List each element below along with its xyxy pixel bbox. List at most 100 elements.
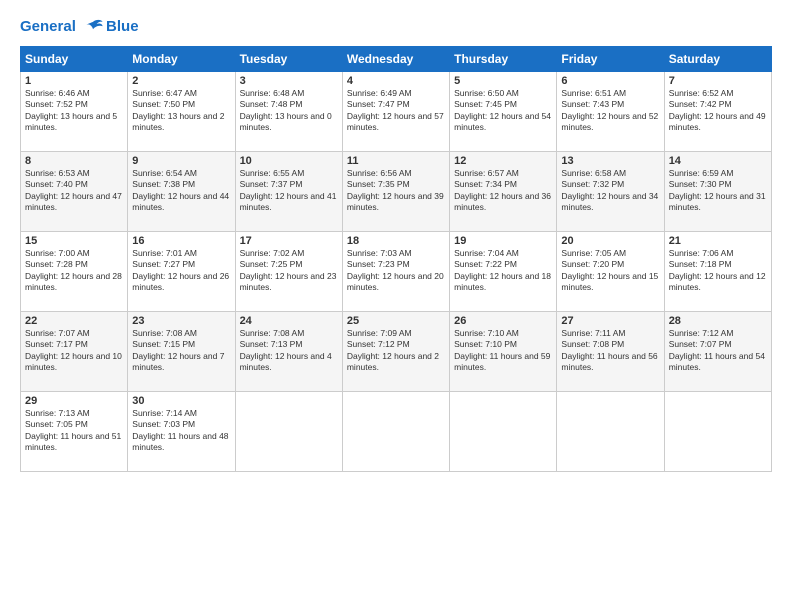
- day-number: 24: [240, 315, 338, 327]
- day-number: 17: [240, 235, 338, 247]
- col-header-tuesday: Tuesday: [235, 47, 342, 72]
- day-number: 26: [454, 315, 552, 327]
- calendar-cell: 14 Sunrise: 6:59 AM Sunset: 7:30 PM Dayl…: [664, 152, 771, 232]
- day-info: Sunrise: 7:03 AM Sunset: 7:23 PM Dayligh…: [347, 248, 445, 294]
- calendar-cell: [235, 392, 342, 472]
- day-info: Sunrise: 6:56 AM Sunset: 7:35 PM Dayligh…: [347, 168, 445, 214]
- col-header-sunday: Sunday: [21, 47, 128, 72]
- calendar-cell: 4 Sunrise: 6:49 AM Sunset: 7:47 PM Dayli…: [342, 72, 449, 152]
- day-number: 4: [347, 75, 445, 87]
- day-number: 20: [561, 235, 659, 247]
- day-info: Sunrise: 6:57 AM Sunset: 7:34 PM Dayligh…: [454, 168, 552, 214]
- col-header-saturday: Saturday: [664, 47, 771, 72]
- day-info: Sunrise: 6:50 AM Sunset: 7:45 PM Dayligh…: [454, 88, 552, 134]
- day-info: Sunrise: 7:02 AM Sunset: 7:25 PM Dayligh…: [240, 248, 338, 294]
- day-info: Sunrise: 6:52 AM Sunset: 7:42 PM Dayligh…: [669, 88, 767, 134]
- calendar-cell: 27 Sunrise: 7:11 AM Sunset: 7:08 PM Dayl…: [557, 312, 664, 392]
- calendar-cell: 25 Sunrise: 7:09 AM Sunset: 7:12 PM Dayl…: [342, 312, 449, 392]
- calendar-cell: 1 Sunrise: 6:46 AM Sunset: 7:52 PM Dayli…: [21, 72, 128, 152]
- day-number: 28: [669, 315, 767, 327]
- calendar-cell: 8 Sunrise: 6:53 AM Sunset: 7:40 PM Dayli…: [21, 152, 128, 232]
- calendar-cell: [450, 392, 557, 472]
- day-info: Sunrise: 6:47 AM Sunset: 7:50 PM Dayligh…: [132, 88, 230, 134]
- logo-bird-icon: [82, 18, 104, 36]
- day-info: Sunrise: 6:58 AM Sunset: 7:32 PM Dayligh…: [561, 168, 659, 214]
- calendar-cell: 13 Sunrise: 6:58 AM Sunset: 7:32 PM Dayl…: [557, 152, 664, 232]
- day-number: 9: [132, 155, 230, 167]
- day-info: Sunrise: 7:06 AM Sunset: 7:18 PM Dayligh…: [669, 248, 767, 294]
- day-number: 10: [240, 155, 338, 167]
- calendar-cell: 20 Sunrise: 7:05 AM Sunset: 7:20 PM Dayl…: [557, 232, 664, 312]
- day-number: 18: [347, 235, 445, 247]
- day-info: Sunrise: 7:07 AM Sunset: 7:17 PM Dayligh…: [25, 328, 123, 374]
- logo: General Blue: [20, 18, 139, 36]
- day-number: 14: [669, 155, 767, 167]
- calendar-cell: 23 Sunrise: 7:08 AM Sunset: 7:15 PM Dayl…: [128, 312, 235, 392]
- day-number: 6: [561, 75, 659, 87]
- day-number: 7: [669, 75, 767, 87]
- calendar-cell: 6 Sunrise: 6:51 AM Sunset: 7:43 PM Dayli…: [557, 72, 664, 152]
- day-number: 11: [347, 155, 445, 167]
- calendar-cell: 21 Sunrise: 7:06 AM Sunset: 7:18 PM Dayl…: [664, 232, 771, 312]
- day-number: 15: [25, 235, 123, 247]
- day-info: Sunrise: 7:04 AM Sunset: 7:22 PM Dayligh…: [454, 248, 552, 294]
- day-number: 23: [132, 315, 230, 327]
- day-info: Sunrise: 6:48 AM Sunset: 7:48 PM Dayligh…: [240, 88, 338, 134]
- calendar-cell: 30 Sunrise: 7:14 AM Sunset: 7:03 PM Dayl…: [128, 392, 235, 472]
- day-number: 8: [25, 155, 123, 167]
- day-number: 25: [347, 315, 445, 327]
- day-info: Sunrise: 6:59 AM Sunset: 7:30 PM Dayligh…: [669, 168, 767, 214]
- calendar-cell: 7 Sunrise: 6:52 AM Sunset: 7:42 PM Dayli…: [664, 72, 771, 152]
- calendar-cell: 9 Sunrise: 6:54 AM Sunset: 7:38 PM Dayli…: [128, 152, 235, 232]
- calendar-cell: 28 Sunrise: 7:12 AM Sunset: 7:07 PM Dayl…: [664, 312, 771, 392]
- day-number: 12: [454, 155, 552, 167]
- day-info: Sunrise: 6:46 AM Sunset: 7:52 PM Dayligh…: [25, 88, 123, 134]
- col-header-monday: Monday: [128, 47, 235, 72]
- day-info: Sunrise: 7:08 AM Sunset: 7:13 PM Dayligh…: [240, 328, 338, 374]
- calendar-cell: 16 Sunrise: 7:01 AM Sunset: 7:27 PM Dayl…: [128, 232, 235, 312]
- day-info: Sunrise: 7:00 AM Sunset: 7:28 PM Dayligh…: [25, 248, 123, 294]
- calendar-cell: 26 Sunrise: 7:10 AM Sunset: 7:10 PM Dayl…: [450, 312, 557, 392]
- calendar-cell: 10 Sunrise: 6:55 AM Sunset: 7:37 PM Dayl…: [235, 152, 342, 232]
- day-info: Sunrise: 6:51 AM Sunset: 7:43 PM Dayligh…: [561, 88, 659, 134]
- day-info: Sunrise: 7:09 AM Sunset: 7:12 PM Dayligh…: [347, 328, 445, 374]
- day-number: 19: [454, 235, 552, 247]
- logo-general: General: [20, 18, 76, 35]
- calendar-cell: [664, 392, 771, 472]
- day-info: Sunrise: 7:10 AM Sunset: 7:10 PM Dayligh…: [454, 328, 552, 374]
- day-number: 13: [561, 155, 659, 167]
- calendar-cell: 18 Sunrise: 7:03 AM Sunset: 7:23 PM Dayl…: [342, 232, 449, 312]
- day-info: Sunrise: 6:53 AM Sunset: 7:40 PM Dayligh…: [25, 168, 123, 214]
- day-info: Sunrise: 7:01 AM Sunset: 7:27 PM Dayligh…: [132, 248, 230, 294]
- calendar-cell: 3 Sunrise: 6:48 AM Sunset: 7:48 PM Dayli…: [235, 72, 342, 152]
- col-header-wednesday: Wednesday: [342, 47, 449, 72]
- calendar-table: SundayMondayTuesdayWednesdayThursdayFrid…: [20, 46, 772, 472]
- day-number: 29: [25, 395, 123, 407]
- calendar-cell: 19 Sunrise: 7:04 AM Sunset: 7:22 PM Dayl…: [450, 232, 557, 312]
- day-info: Sunrise: 7:11 AM Sunset: 7:08 PM Dayligh…: [561, 328, 659, 374]
- day-info: Sunrise: 6:54 AM Sunset: 7:38 PM Dayligh…: [132, 168, 230, 214]
- day-number: 2: [132, 75, 230, 87]
- calendar-cell: 29 Sunrise: 7:13 AM Sunset: 7:05 PM Dayl…: [21, 392, 128, 472]
- calendar-cell: 5 Sunrise: 6:50 AM Sunset: 7:45 PM Dayli…: [450, 72, 557, 152]
- day-info: Sunrise: 7:05 AM Sunset: 7:20 PM Dayligh…: [561, 248, 659, 294]
- calendar-cell: 22 Sunrise: 7:07 AM Sunset: 7:17 PM Dayl…: [21, 312, 128, 392]
- day-info: Sunrise: 6:55 AM Sunset: 7:37 PM Dayligh…: [240, 168, 338, 214]
- calendar-cell: 17 Sunrise: 7:02 AM Sunset: 7:25 PM Dayl…: [235, 232, 342, 312]
- col-header-friday: Friday: [557, 47, 664, 72]
- day-number: 1: [25, 75, 123, 87]
- day-info: Sunrise: 7:14 AM Sunset: 7:03 PM Dayligh…: [132, 408, 230, 454]
- calendar-cell: 12 Sunrise: 6:57 AM Sunset: 7:34 PM Dayl…: [450, 152, 557, 232]
- day-number: 16: [132, 235, 230, 247]
- calendar-cell: 11 Sunrise: 6:56 AM Sunset: 7:35 PM Dayl…: [342, 152, 449, 232]
- calendar-cell: [557, 392, 664, 472]
- day-number: 30: [132, 395, 230, 407]
- day-number: 22: [25, 315, 123, 327]
- day-number: 21: [669, 235, 767, 247]
- day-info: Sunrise: 7:12 AM Sunset: 7:07 PM Dayligh…: [669, 328, 767, 374]
- day-info: Sunrise: 7:08 AM Sunset: 7:15 PM Dayligh…: [132, 328, 230, 374]
- day-number: 5: [454, 75, 552, 87]
- calendar-cell: [342, 392, 449, 472]
- calendar-cell: 24 Sunrise: 7:08 AM Sunset: 7:13 PM Dayl…: [235, 312, 342, 392]
- logo-blue: Blue: [106, 19, 139, 36]
